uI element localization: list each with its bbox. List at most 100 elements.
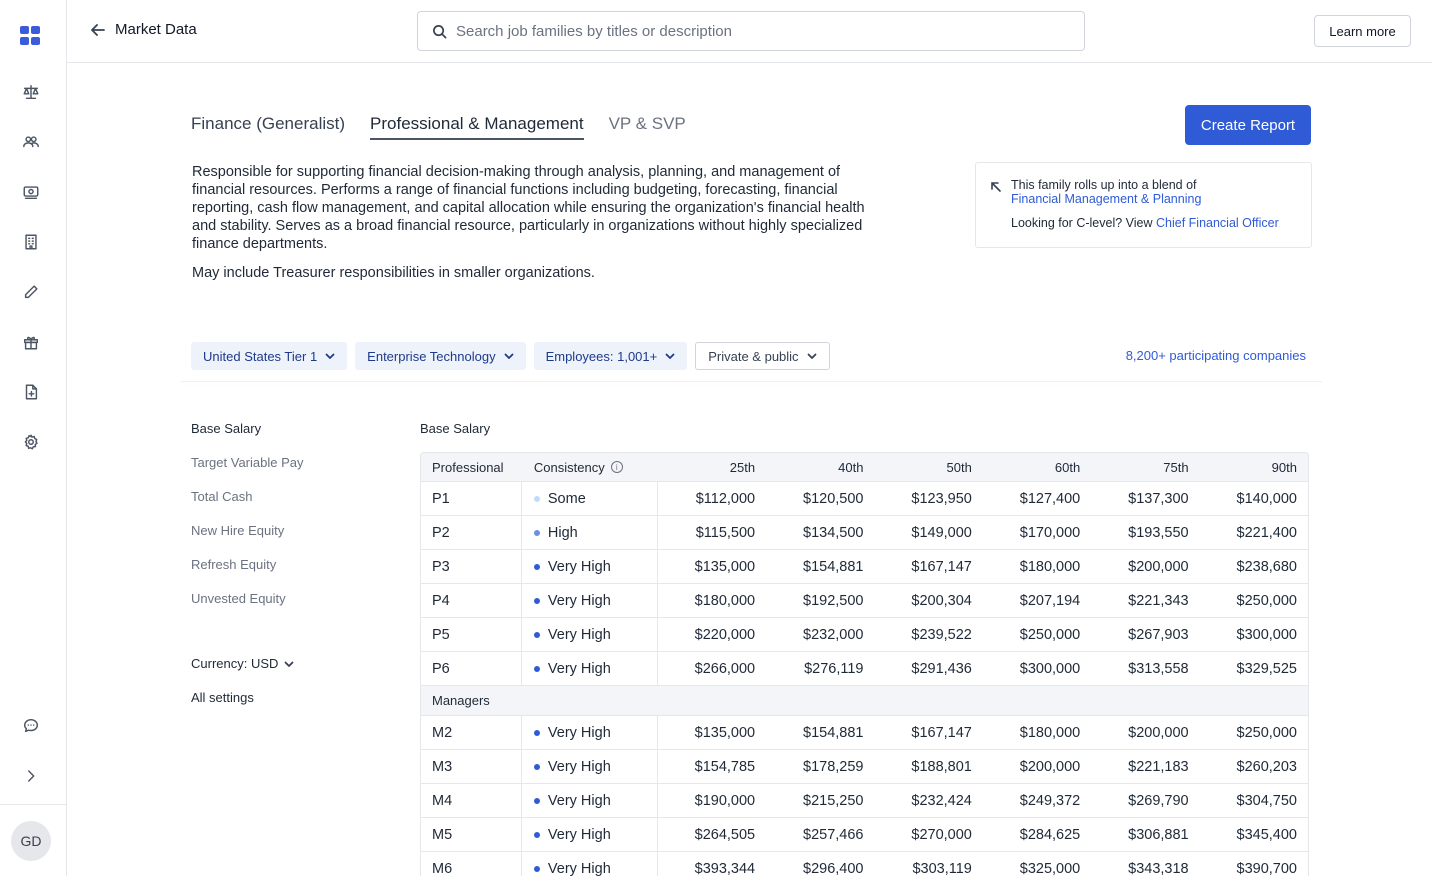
gear-icon[interactable] [21,432,41,452]
table-row[interactable]: M3 Very High $154,785 $178,259 $188,801 $200,… [421,750,1308,784]
col-header-90th[interactable]: 90th [1200,460,1308,475]
chevron-down-icon [807,353,816,359]
avatar[interactable]: GD [11,821,51,861]
tab-vp-svp[interactable]: VP & SVP [609,114,686,140]
percentile-cell: $269,790 [1128,792,1189,809]
table-row[interactable]: P4 Very High $180,000 $192,500 $200,304 $207,… [421,584,1308,618]
col-header-40th[interactable]: 40th [766,460,874,475]
percentile-cell: $135,000 [694,724,756,741]
consistency-dot-icon [533,529,540,536]
tab-finance-generalist[interactable]: Finance (Generalist) [191,114,345,140]
col-header-25th[interactable]: 25th [658,460,766,475]
table-row[interactable]: M5 Very High $264,505 $257,466 $270,000 $284,… [421,818,1308,852]
chevron-down-icon [504,353,513,359]
nav-new-hire-equity[interactable]: New Hire Equity [191,523,304,557]
clevel-text: Looking for C-level? View Chief Financia… [1011,216,1279,230]
nav-refresh-equity[interactable]: Refresh Equity [191,557,304,591]
rollup-info-box: This family rolls up into a blend of Fin… [975,162,1312,248]
consistency-label: Very High [547,592,611,609]
table-row[interactable]: M2 Very High $135,000 $154,881 $167,147 $180,… [421,716,1308,750]
cfo-link[interactable]: Chief Financial Officer [1156,216,1279,230]
pencil-icon[interactable] [21,282,41,302]
table-row[interactable]: P3 Very High $135,000 $154,881 $167,147 $180,… [421,550,1308,584]
nav-total-cash[interactable]: Total Cash [191,489,304,523]
group-row-managers: Managers [421,686,1308,716]
search-input[interactable] [456,22,1056,40]
consistency-label: Very High [547,724,611,741]
table-row[interactable]: M6 Very High $393,344 $296,400 $303,119 $325,… [421,852,1308,876]
all-settings-link[interactable]: All settings [191,690,254,705]
scale-icon[interactable] [21,82,41,102]
chevron-down-icon [665,353,675,359]
filter-industry[interactable]: Enterprise Technology [355,342,526,370]
percentile-cell: $178,259 [803,758,864,775]
level-cell: M2 [421,716,522,749]
percentile-cell: $257,466 [803,826,864,843]
percentile-cell: $300,000 [1019,660,1081,677]
percentile-cell: $123,950 [911,490,972,507]
percentile-cell: $249,372 [1019,792,1081,809]
filter-industry-label: Enterprise Technology [367,348,496,364]
table-row[interactable]: P2 High $115,500 $134,500 $149,000 $170,000 $1… [421,516,1308,550]
level-cell: M3 [421,750,522,783]
chat-icon[interactable] [21,716,41,736]
col-header-consistency[interactable]: Consistency i [522,453,658,481]
back-button[interactable]: Market Data [91,21,197,38]
percentile-cell: $215,250 [803,792,864,809]
back-label: Market Data [115,21,197,38]
create-report-button[interactable]: Create Report [1185,105,1311,145]
currency-select[interactable]: Currency: USD [191,656,294,671]
search-box[interactable] [417,11,1085,51]
percentile-cell: $180,000 [694,592,756,609]
money-icon[interactable] [21,182,41,202]
consistency-dot-icon [533,797,540,804]
percentile-cell: $154,785 [694,758,756,775]
percentile-cell: $221,183 [1128,758,1189,775]
percentile-cell: $149,000 [911,524,972,541]
filter-location[interactable]: United States Tier 1 [191,342,348,370]
level-cell: P5 [421,618,522,651]
col-header-75th[interactable]: 75th [1091,460,1199,475]
learn-more-button[interactable]: Learn more [1314,15,1411,47]
clevel-prefix: Looking for C-level? View [1011,216,1153,230]
col-header-60th[interactable]: 60th [983,460,1091,475]
consistency-cell: High [522,516,658,549]
people-icon[interactable] [21,132,41,152]
col-header-consistency-label: Consistency [533,459,605,475]
filter-ownership[interactable]: Private & public [695,342,830,370]
chevron-right-icon[interactable] [21,766,41,786]
consistency-dot-icon [533,597,540,604]
percentile-cell: $296,400 [803,860,864,876]
nav-base-salary[interactable]: Base Salary [191,421,304,455]
consistency-label: Very High [547,758,611,775]
participating-companies-link[interactable]: 8,200+ participating companies [1100,348,1306,363]
arrow-up-left-icon [990,180,1002,192]
table-row[interactable]: M4 Very High $190,000 $215,250 $232,424 $249,… [421,784,1308,818]
consistency-label: Very High [547,826,611,843]
consistency-dot-icon [533,631,540,638]
table-row[interactable]: P5 Very High $220,000 $232,000 $239,522 $250,… [421,618,1308,652]
col-header-level[interactable]: Professional [421,453,522,481]
compensation-nav: Base Salary Target Variable Pay Total Ca… [191,421,304,625]
consistency-label: Very High [547,792,611,809]
tab-professional-management[interactable]: Professional & Management [370,114,584,140]
level-cell: P4 [421,584,522,617]
col-header-50th[interactable]: 50th [874,460,982,475]
table-row[interactable]: P6 Very High $266,000 $276,119 $291,436 $300,… [421,652,1308,686]
app-logo-icon[interactable] [20,26,42,46]
rollup-link[interactable]: Financial Management & Planning [1011,192,1201,206]
nav-unvested-equity[interactable]: Unvested Equity [191,591,304,625]
group-label: Managers [432,693,490,708]
percentile-cell: $120,500 [803,490,864,507]
table-row[interactable]: P1 Some $112,000 $120,500 $123,950 $127,400 $1… [421,482,1308,516]
document-add-icon[interactable] [21,382,41,402]
building-icon[interactable] [21,232,41,252]
search-icon [433,24,447,38]
percentile-cell: $393,344 [694,860,756,876]
nav-target-variable-pay[interactable]: Target Variable Pay [191,455,304,489]
percentile-cell: $267,903 [1128,626,1189,643]
info-icon[interactable]: i [610,461,623,473]
gift-icon[interactable] [21,332,41,352]
filter-employees[interactable]: Employees: 1,001+ [533,342,688,370]
consistency-cell: Some [522,482,658,515]
